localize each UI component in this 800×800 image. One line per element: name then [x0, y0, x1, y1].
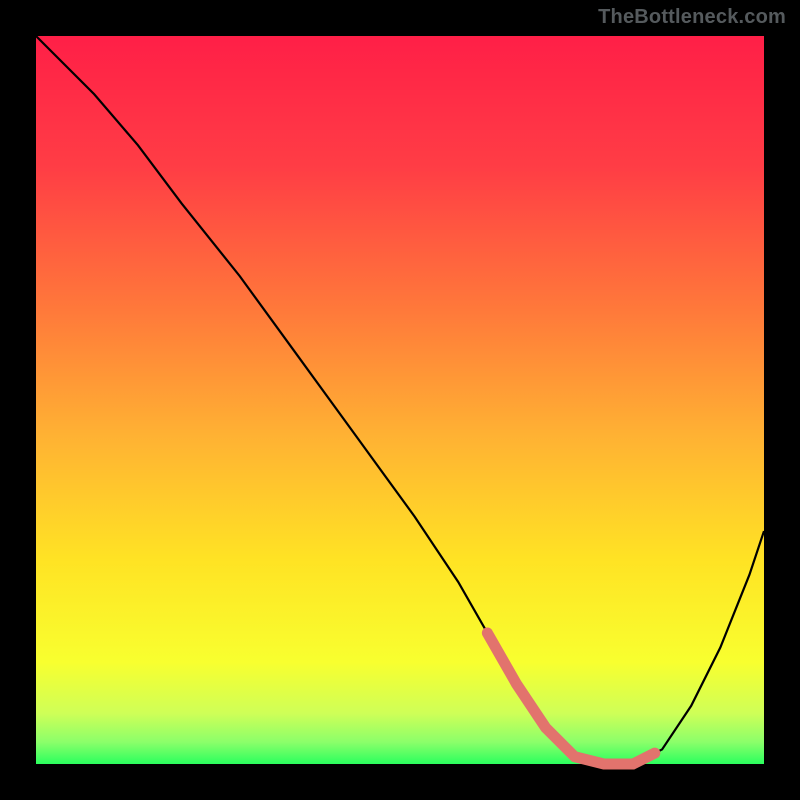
- watermark-text: TheBottleneck.com: [598, 6, 786, 29]
- plot-area: [36, 36, 764, 764]
- chart-frame: TheBottleneck.com: [0, 0, 800, 800]
- bottleneck-curve: [36, 36, 764, 764]
- curve-layer: [36, 36, 764, 764]
- sweet-spot-marker: [487, 633, 654, 764]
